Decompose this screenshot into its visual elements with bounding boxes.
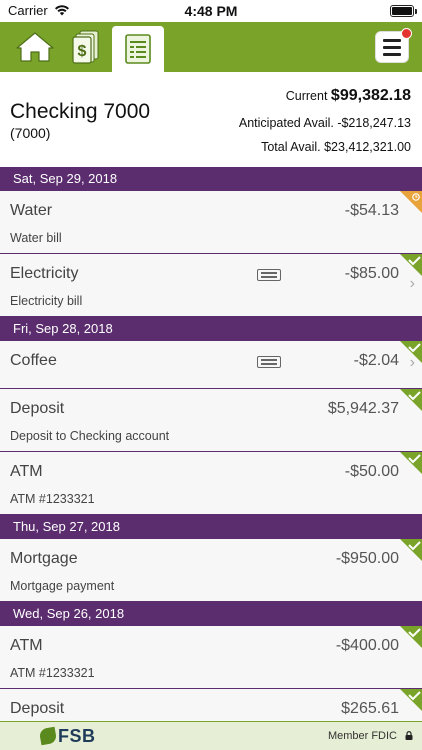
transaction-row[interactable]: Deposit Deposit to Checking account $5,942… [0, 389, 422, 452]
transaction-description: Water bill [10, 231, 62, 245]
transaction-amount: -$950.00 [335, 550, 399, 567]
transaction-title: Mortgage [10, 550, 78, 567]
transaction-row[interactable]: Water Water bill -$54.13 [0, 191, 422, 254]
total-balance: Total Avail. $23,412,321.00 [261, 140, 411, 154]
pending-clock-icon [400, 191, 422, 213]
transaction-row[interactable]: ATM ATM #1233321 -$400.00 [0, 626, 422, 689]
account-name: Checking 7000 [10, 100, 151, 123]
chevron-right-icon[interactable]: › [410, 275, 415, 293]
svg-text:$: $ [78, 43, 87, 60]
anticipated-balance: Anticipated Avail. -$218,247.13 [238, 116, 411, 130]
tab-home[interactable] [10, 22, 60, 72]
transaction-title: Deposit [10, 400, 65, 417]
cleared-check-icon [400, 341, 422, 363]
tab-cash[interactable]: $ [64, 22, 108, 72]
ledger-icon [125, 34, 151, 64]
account-number: (7000) [10, 125, 51, 141]
hamburger-menu-icon [375, 28, 412, 63]
account-summary: Checking 7000 (7000) Current $99,382.18 … [0, 72, 422, 167]
transaction-description: Electricity bill [10, 294, 83, 308]
date-header: Wed, Sep 26, 2018 [0, 602, 422, 626]
cleared-check-icon [400, 452, 422, 474]
dollar-bill-icon: $ [72, 30, 99, 64]
member-fdic-label: Member FDIC [327, 730, 397, 742]
transaction-title: Coffee [10, 352, 57, 369]
transaction-list[interactable]: Sat, Sep 29, 2018 Water Water bill -$54.13 E… [0, 167, 422, 737]
current-balance: Current $99,382.18 [286, 87, 411, 105]
cleared-check-icon [400, 539, 422, 561]
date-header: Sat, Sep 29, 2018 [0, 167, 422, 191]
transaction-amount: -$50.00 [344, 463, 399, 480]
footer: FSB Member FDIC [0, 721, 422, 750]
transaction-row[interactable]: Coffee -$2.04 › [0, 341, 422, 389]
top-navbar: $ [0, 22, 422, 72]
transaction-title: ATM [10, 463, 43, 480]
fsb-logo: FSB [38, 725, 96, 747]
transaction-description: ATM #1233321 [10, 666, 95, 680]
transaction-amount: -$400.00 [335, 637, 399, 654]
home-icon [16, 32, 54, 62]
transaction-amount: $5,942.37 [327, 400, 399, 417]
transaction-row[interactable]: Mortgage Mortgage payment -$950.00 [0, 539, 422, 602]
status-bar: Carrier 4:48 PM [0, 0, 422, 22]
transaction-title: ATM [10, 637, 43, 654]
notification-dot [401, 28, 412, 39]
menu-button[interactable] [372, 22, 412, 72]
memo-icon [257, 356, 281, 368]
transaction-description: ATM #1233321 [10, 492, 95, 506]
transaction-amount: $265.61 [341, 700, 399, 717]
transaction-title: Deposit [10, 700, 65, 717]
memo-icon [257, 269, 281, 281]
cleared-check-icon [400, 254, 422, 276]
transaction-title: Electricity [10, 265, 79, 282]
clock: 4:48 PM [184, 3, 238, 19]
transaction-row[interactable]: Electricity Electricity bill -$85.00 › [0, 254, 422, 317]
cleared-check-icon [400, 389, 422, 411]
current-balance-label: Current [285, 89, 328, 103]
tab-ledger[interactable] [112, 26, 164, 72]
transaction-amount: -$2.04 [353, 352, 399, 369]
transaction-amount: -$54.13 [344, 202, 399, 219]
leaf-icon [38, 726, 58, 746]
transaction-amount: -$85.00 [344, 265, 399, 282]
date-header: Thu, Sep 27, 2018 [0, 515, 422, 539]
transaction-description: Mortgage payment [10, 579, 115, 593]
current-balance-value: $99,382.18 [330, 87, 411, 104]
transaction-description: Deposit to Checking account [10, 429, 170, 443]
transaction-title: Water [10, 202, 53, 219]
lock-icon [405, 731, 413, 740]
cleared-check-icon [400, 626, 422, 648]
cleared-check-icon [400, 689, 422, 711]
battery-icon [390, 5, 417, 17]
transaction-row[interactable]: ATM ATM #1233321 -$50.00 [0, 452, 422, 515]
date-header: Fri, Sep 28, 2018 [0, 317, 422, 341]
